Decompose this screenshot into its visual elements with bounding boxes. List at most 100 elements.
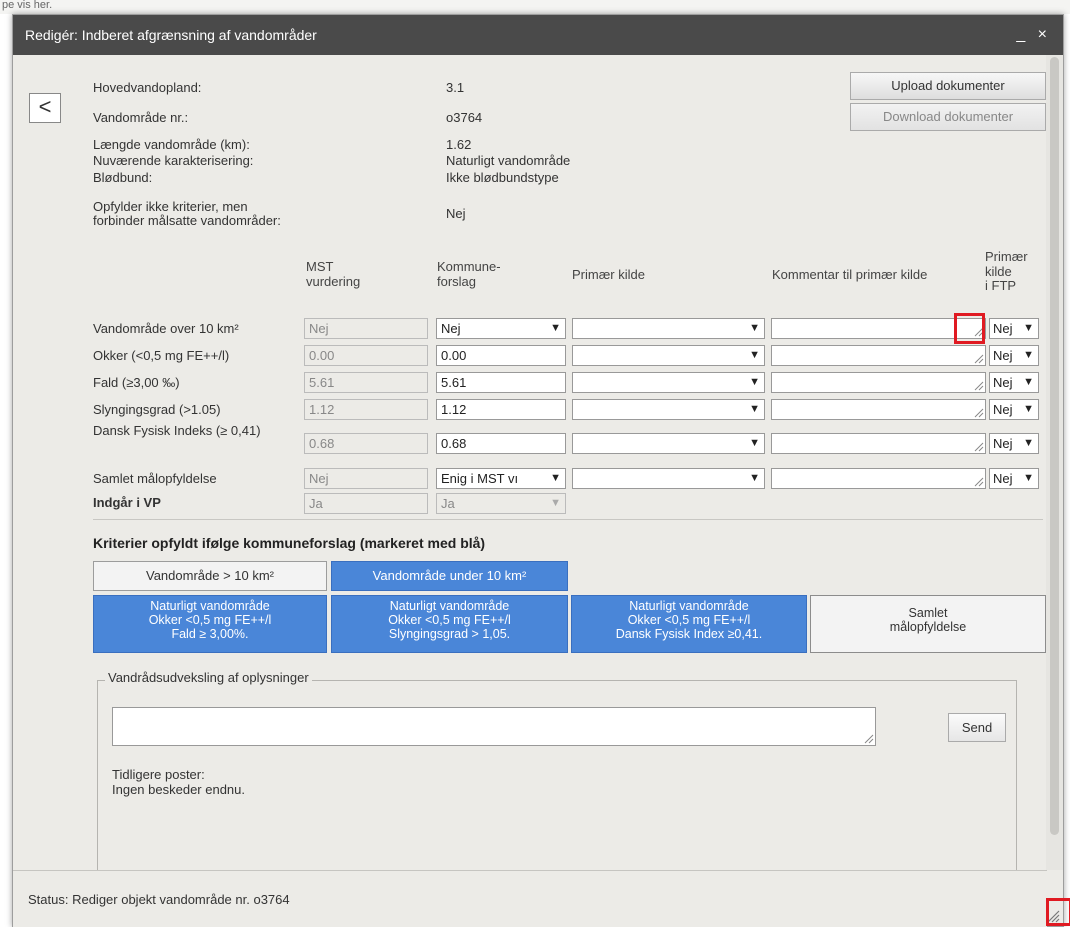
criteria-line: Samlet: [908, 606, 948, 620]
status-bar: Status: Rediger objekt vandområde nr. o3…: [13, 870, 1047, 927]
primaer-kilde-select[interactable]: ▼: [572, 468, 765, 489]
ftp-select[interactable]: Nej ▼: [989, 345, 1039, 366]
column-header-mst-l2: vurdering: [306, 274, 361, 289]
ftp-select[interactable]: Nej ▼: [989, 468, 1039, 489]
criteria-box-samlet: Samlet målopfyldelse: [810, 595, 1046, 653]
background-page-strip: pe vis her.: [0, 0, 1070, 14]
resize-grip-icon[interactable]: [974, 354, 984, 364]
info-label-bloedbund: Blødbund:: [93, 170, 153, 185]
section-divider: [93, 519, 1043, 520]
kommune-input-dfi[interactable]: 0.68: [436, 433, 566, 454]
resize-grip-icon[interactable]: [974, 442, 984, 452]
info-value-karakterisering: Naturligt vandområde: [446, 153, 571, 168]
column-header-ftp-l3: i FTP: [985, 278, 1017, 293]
kommune-select-vp: Ja ▼: [436, 493, 566, 514]
mst-value-slyngingsgrad: 1.12: [304, 399, 428, 420]
info-label-vandomraade-nr: Vandområde nr.:: [93, 110, 189, 125]
criteria-box-fald: Naturligt vandområde Okker <0,5 mg FE++/…: [93, 595, 327, 653]
upload-documents-button[interactable]: Upload dokumenter: [850, 72, 1046, 100]
primaer-kilde-select[interactable]: ▼: [572, 372, 765, 393]
mst-value-okker: 0.00: [304, 345, 428, 366]
criteria-line: Naturligt vandområde: [389, 599, 510, 613]
resize-grip-icon[interactable]: [974, 381, 984, 391]
primaer-kilde-select[interactable]: ▼: [572, 433, 765, 454]
dropdown-arrow-icon: ▼: [749, 322, 760, 334]
info-value-vandomraade-nr: o3764: [446, 110, 483, 125]
kommentar-textarea[interactable]: [771, 433, 986, 454]
scrollbar-thumb[interactable]: [1050, 57, 1059, 835]
ftp-select-value: Nej: [993, 321, 1013, 336]
info-value-forbinder: Nej: [446, 206, 466, 221]
kommune-input-slyngingsgrad[interactable]: 1.12: [436, 399, 566, 420]
column-header-kommune-l1: Kommune-: [437, 259, 501, 274]
ftp-select[interactable]: Nej ▼: [989, 399, 1039, 420]
highlight-dialog-resize: [1046, 898, 1070, 926]
info-label-laengde: Længde vandområde (km):: [93, 137, 250, 152]
kommentar-textarea[interactable]: [771, 468, 986, 489]
criteria-heading: Kriterier opfyldt ifølge kommuneforslag …: [93, 535, 486, 551]
column-header-ftp-l1: Primær: [985, 249, 1028, 264]
resize-grip-icon[interactable]: [974, 408, 984, 418]
dropdown-arrow-icon: ▼: [550, 472, 561, 484]
kommune-input-fald[interactable]: 5.61: [436, 372, 566, 393]
kommune-select-over-10km[interactable]: Nej ▼: [436, 318, 566, 339]
kommentar-textarea[interactable]: [771, 399, 986, 420]
download-documents-button[interactable]: Download dokumenter: [850, 103, 1046, 131]
kommune-input-okker[interactable]: 0.00: [436, 345, 566, 366]
dropdown-arrow-icon: ▼: [1023, 437, 1034, 449]
row-label-samlet: Samlet målopfyldelse: [93, 471, 217, 486]
edit-dialog: Redigér: Indberet afgrænsning af vandomr…: [12, 14, 1070, 927]
dropdown-arrow-icon: ▼: [749, 437, 760, 449]
mst-value-vp: Ja: [304, 493, 428, 514]
row-label-slyngingsgrad: Slyngingsgrad (>1.05): [93, 402, 221, 417]
exchange-legend: Vandrådsudveksling af oplysninger: [105, 670, 312, 685]
dialog-titlebar[interactable]: Redigér: Indberet afgrænsning af vandomr…: [13, 15, 1063, 55]
dropdown-arrow-icon: ▼: [749, 472, 760, 484]
primaer-kilde-select[interactable]: ▼: [572, 399, 765, 420]
mst-value-over-10km: Nej: [304, 318, 428, 339]
mst-value-samlet: Nej: [304, 468, 428, 489]
column-header-primaer-kilde: Primær kilde: [572, 267, 645, 282]
tab-vandomraade-over-10[interactable]: Vandområde > 10 km²: [93, 561, 327, 591]
dropdown-arrow-icon: ▼: [1023, 403, 1034, 415]
column-header-ftp-l2: kilde: [985, 264, 1012, 279]
dialog-title: Redigér: Indberet afgrænsning af vandomr…: [25, 27, 317, 43]
send-button[interactable]: Send: [948, 713, 1006, 742]
kommentar-textarea[interactable]: [771, 372, 986, 393]
tab-vandomraade-under-10[interactable]: Vandområde under 10 km²: [331, 561, 568, 591]
back-button[interactable]: <: [29, 93, 61, 123]
message-input[interactable]: [112, 707, 876, 746]
resize-grip-icon[interactable]: [864, 734, 874, 744]
criteria-line: Okker <0,5 mg FE++/l: [388, 613, 511, 627]
ftp-select[interactable]: Nej ▼: [989, 318, 1039, 339]
vertical-scrollbar[interactable]: [1046, 55, 1063, 870]
previous-posts-label: Tidligere poster:: [112, 767, 205, 782]
criteria-box-slyngingsgrad: Naturligt vandområde Okker <0,5 mg FE++/…: [331, 595, 568, 653]
criteria-line: Fald ≥ 3,00%.: [171, 627, 249, 641]
row-label-over-10km: Vandområde over 10 km²: [93, 321, 239, 336]
criteria-line: Okker <0,5 mg FE++/l: [627, 613, 751, 627]
window-controls[interactable]: _ ×: [1016, 15, 1051, 55]
column-header-kommune-l2: forslag: [437, 274, 477, 289]
criteria-line: Naturligt vandområde: [629, 599, 749, 613]
criteria-line: Naturligt vandområde: [150, 599, 270, 613]
ftp-select-value: Nej: [993, 375, 1013, 390]
criteria-line: Okker <0,5 mg FE++/l: [148, 613, 272, 627]
primaer-kilde-select[interactable]: ▼: [572, 345, 765, 366]
criteria-line: Slyngingsgrad > 1,05.: [388, 627, 511, 641]
info-value-hovedvandopland: 3.1: [446, 80, 465, 95]
ftp-select[interactable]: Nej ▼: [989, 433, 1039, 454]
criteria-line: målopfyldelse: [889, 620, 967, 634]
dropdown-arrow-icon: ▼: [550, 497, 561, 509]
primaer-kilde-select[interactable]: ▼: [572, 318, 765, 339]
highlight-resize-grip: [954, 313, 985, 344]
dropdown-arrow-icon: ▼: [1023, 376, 1034, 388]
row-label-fald: Fald (≥3,00 ‰): [93, 375, 180, 390]
resize-grip-icon[interactable]: [974, 477, 984, 487]
ftp-select[interactable]: Nej ▼: [989, 372, 1039, 393]
ftp-select-value: Nej: [993, 436, 1013, 451]
background-text: pe vis her.: [2, 0, 53, 11]
kommune-select-samlet[interactable]: Enig i MST vı ▼: [436, 468, 566, 489]
kommentar-textarea[interactable]: [771, 345, 986, 366]
dropdown-arrow-icon: ▼: [749, 349, 760, 361]
